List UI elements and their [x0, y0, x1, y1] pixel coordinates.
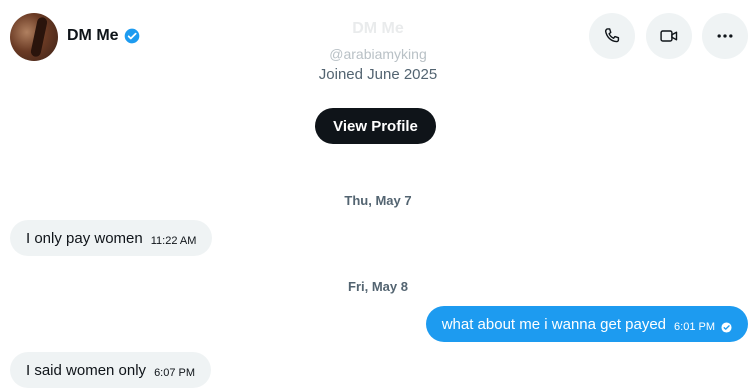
profile-name-faded: DM Me [352, 20, 404, 37]
message-time: 6:07 PM [154, 367, 196, 379]
sent-check-icon [721, 321, 732, 333]
profile-handle: @arabiamyking [329, 46, 427, 62]
message-text: what about me i wanna get payed [441, 315, 667, 333]
message-bubble-received[interactable]: I said women only 6:07 PM [10, 352, 212, 388]
message-text: I said women only [26, 361, 147, 379]
view-profile-button[interactable]: View Profile [315, 108, 436, 144]
message-time: 6:01 PM [674, 321, 715, 333]
message-bubble-sent[interactable]: what about me i wanna get payed 6:01 PM [425, 306, 748, 342]
message-text: I only pay women [26, 229, 143, 247]
date-separator: Fri, May 8 [348, 279, 408, 294]
message-time: 11:22 AM [150, 235, 197, 247]
profile-joined-date: Joined June 2025 [318, 66, 438, 83]
conversation-header: DM Me [0, 0, 756, 76]
date-separator: Thu, May 7 [344, 193, 412, 208]
message-bubble-received[interactable]: I only pay women 11:22 AM [10, 220, 213, 256]
